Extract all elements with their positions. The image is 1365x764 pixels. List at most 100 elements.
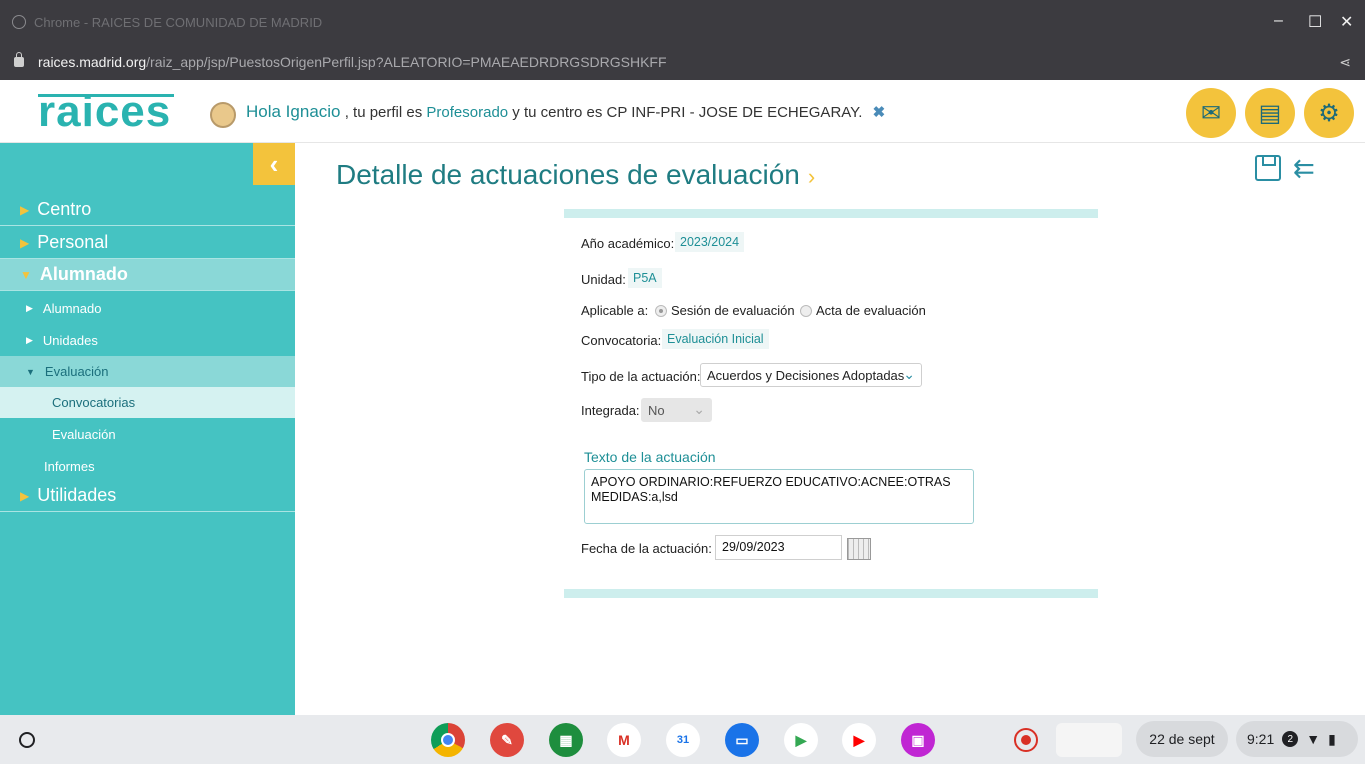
- sidebar-item-utilidades[interactable]: ▶ Utilidades: [0, 480, 295, 512]
- status-area[interactable]: 9:21 2 ▼ ▮: [1236, 721, 1358, 757]
- sidebar-item-centro[interactable]: ▶ Centro: [0, 194, 295, 226]
- chevron-left-icon: ‹: [269, 148, 279, 179]
- window-title: Chrome - RAICES DE COMUNIDAD DE MADRID: [34, 14, 323, 30]
- greeting-centre: CP INF-PRI - JOSE DE ECHEGARAY.: [606, 104, 863, 121]
- launcher-icon[interactable]: [19, 732, 35, 748]
- files-app-icon[interactable]: ▭: [725, 723, 759, 757]
- sidebar-subitem-convocatorias[interactable]: Convocatorias: [0, 387, 295, 418]
- aplicable-label: Aplicable a:: [581, 303, 649, 318]
- page-title-text: Detalle de actuaciones de evaluación: [336, 159, 800, 190]
- minimize-button[interactable]: –: [1274, 12, 1283, 30]
- radio-selected[interactable]: [655, 304, 667, 317]
- notification-count-badge: 2: [1282, 731, 1299, 747]
- aplicable-option-acta[interactable]: Acta de evaluación: [800, 303, 926, 318]
- documents-button[interactable]: ▤: [1245, 88, 1295, 138]
- unidad-value: P5A: [628, 268, 662, 288]
- holding-space-thumbnails[interactable]: [1056, 723, 1122, 757]
- change-profile-icon[interactable]: ✖: [873, 104, 886, 121]
- sidebar-item-alumnado[interactable]: ▼ Alumnado: [0, 259, 295, 291]
- sidebar-item-label: Evaluación: [52, 427, 116, 442]
- youtube-app-icon[interactable]: ▶: [842, 723, 876, 757]
- clock-text: 9:21: [1247, 731, 1275, 747]
- tipo-label: Tipo de la actuación:: [581, 369, 701, 384]
- screencast-app-icon[interactable]: ▣: [901, 723, 935, 757]
- sidebar-item-label: Centro: [37, 199, 92, 219]
- sidebar-item-label: Informes: [44, 459, 95, 474]
- wifi-icon: ▼: [1306, 731, 1321, 747]
- sidebar-item-label: Convocatorias: [52, 395, 136, 410]
- greeting-profile: Profesorado: [426, 104, 509, 121]
- gmail-app-icon[interactable]: M: [607, 723, 641, 757]
- sidebar-subitem-evaluacion-2[interactable]: Evaluación: [0, 419, 295, 450]
- texto-section-label: Texto de la actuación: [584, 449, 716, 465]
- mail-button[interactable]: ✉: [1186, 88, 1236, 138]
- chevron-right-icon: ›: [807, 164, 816, 189]
- lock-icon: [14, 52, 24, 67]
- gear-icon: ⚙: [1318, 99, 1340, 127]
- tipo-select-value: Acuerdos y Decisiones Adoptadas: [707, 368, 905, 383]
- sidebar-item-label: Alumnado: [42, 301, 102, 316]
- form-bottom-divider: [564, 589, 1098, 598]
- texto-textarea[interactable]: APOYO ORDINARIO:REFUERZO EDUCATIVO:ACNEE…: [584, 469, 974, 524]
- greeting-name: Hola Ignacio: [246, 102, 341, 121]
- aplicable-option-acta-label: Acta de evaluación: [816, 303, 926, 318]
- fecha-input[interactable]: 29/09/2023: [715, 535, 842, 560]
- sidebar-item-label: Utilidades: [37, 485, 117, 505]
- globe-icon: [12, 15, 26, 29]
- window-titlebar: Chrome - RAICES DE COMUNIDAD DE MADRID –…: [0, 0, 1365, 44]
- os-shelf: ✎ ▦ M 31 ▭ ▶ ▶ ▣ 22 de sept 9:21 2 ▼ ▮: [0, 715, 1365, 764]
- radio-unselected[interactable]: [800, 304, 812, 317]
- url-path: /raiz_app/jsp/PuestosOrigenPerfil.jsp?AL…: [146, 54, 667, 70]
- sidebar-subitem-alumnado[interactable]: ▶ Alumnado: [0, 293, 295, 324]
- sidebar: ‹ ▶ Centro ▶ Personal ▼ Alumnado ▶ Alumnado …: [0, 143, 295, 715]
- triangle-right-icon: ▶: [20, 202, 30, 217]
- address-bar[interactable]: raices.madrid.org/raiz_app/jsp/PuestosOr…: [0, 44, 1365, 80]
- convocatoria-label: Convocatoria:: [581, 333, 662, 348]
- greeting-profile-prefix: , tu perfil es: [344, 104, 423, 121]
- sidebar-subitem-evaluacion[interactable]: ▼ Evaluación: [0, 356, 295, 387]
- save-icon[interactable]: [1255, 155, 1281, 181]
- app-header: raices Hola Ignacio , tu perfil es Profe…: [0, 80, 1365, 143]
- chevron-down-icon: ⌄: [903, 366, 915, 382]
- chevron-down-icon: ⌄: [693, 401, 705, 417]
- triangle-right-icon: ▶: [26, 303, 33, 313]
- integrada-select-value: No: [648, 403, 665, 418]
- sidebar-item-label: Alumnado: [39, 264, 128, 284]
- date-pill[interactable]: 22 de sept: [1136, 721, 1228, 757]
- url-host: raices.madrid.org: [38, 54, 147, 70]
- share-icon[interactable]: ⋖: [1339, 54, 1351, 71]
- date-text: 22 de sept: [1149, 731, 1215, 747]
- tipo-select[interactable]: Acuerdos y Decisiones Adoptadas ⌄: [700, 363, 922, 387]
- sidebar-subitem-unidades[interactable]: ▶ Unidades: [0, 325, 295, 356]
- page-title: Detalle de actuaciones de evaluación ›: [336, 159, 815, 191]
- sidebar-item-label: Personal: [37, 232, 109, 252]
- close-button[interactable]: ✕: [1340, 12, 1353, 32]
- url-text[interactable]: raices.madrid.org/raiz_app/jsp/PuestosOr…: [38, 54, 667, 70]
- sidebar-subitem-informes[interactable]: Informes: [0, 451, 295, 482]
- raices-logo[interactable]: raices: [38, 90, 174, 134]
- maximize-button[interactable]: ☐: [1308, 12, 1322, 32]
- aplicable-option-sesion[interactable]: Sesión de evaluación: [655, 303, 795, 318]
- sidebar-item-label: Evaluación: [44, 364, 109, 379]
- integrada-select[interactable]: No ⌄: [641, 398, 712, 422]
- collapse-sidebar-button[interactable]: ‹: [253, 143, 295, 185]
- settings-button[interactable]: ⚙: [1304, 88, 1354, 138]
- convocatoria-value: Evaluación Inicial: [662, 329, 769, 349]
- triangle-right-icon: ▶: [20, 235, 30, 250]
- calendar-app-icon[interactable]: 31: [666, 723, 700, 757]
- triangle-right-icon: ▶: [20, 488, 30, 503]
- reply-all-icon[interactable]: ⇇: [1293, 153, 1315, 184]
- sidebar-item-label: Unidades: [42, 333, 98, 348]
- canvas-app-icon[interactable]: ✎: [490, 723, 524, 757]
- user-avatar-icon: [210, 102, 236, 128]
- screen-record-icon[interactable]: [1014, 728, 1038, 752]
- classroom-app-icon[interactable]: ▦: [549, 723, 583, 757]
- mail-icon: ✉: [1200, 99, 1222, 127]
- sidebar-item-personal[interactable]: ▶ Personal: [0, 227, 295, 259]
- play-store-app-icon[interactable]: ▶: [784, 723, 818, 757]
- anio-value: 2023/2024: [675, 232, 745, 252]
- anio-label: Año académico:: [581, 236, 675, 251]
- chrome-app-icon[interactable]: [431, 723, 465, 757]
- integrada-label: Integrada:: [581, 403, 640, 418]
- calendar-icon[interactable]: [847, 538, 871, 560]
